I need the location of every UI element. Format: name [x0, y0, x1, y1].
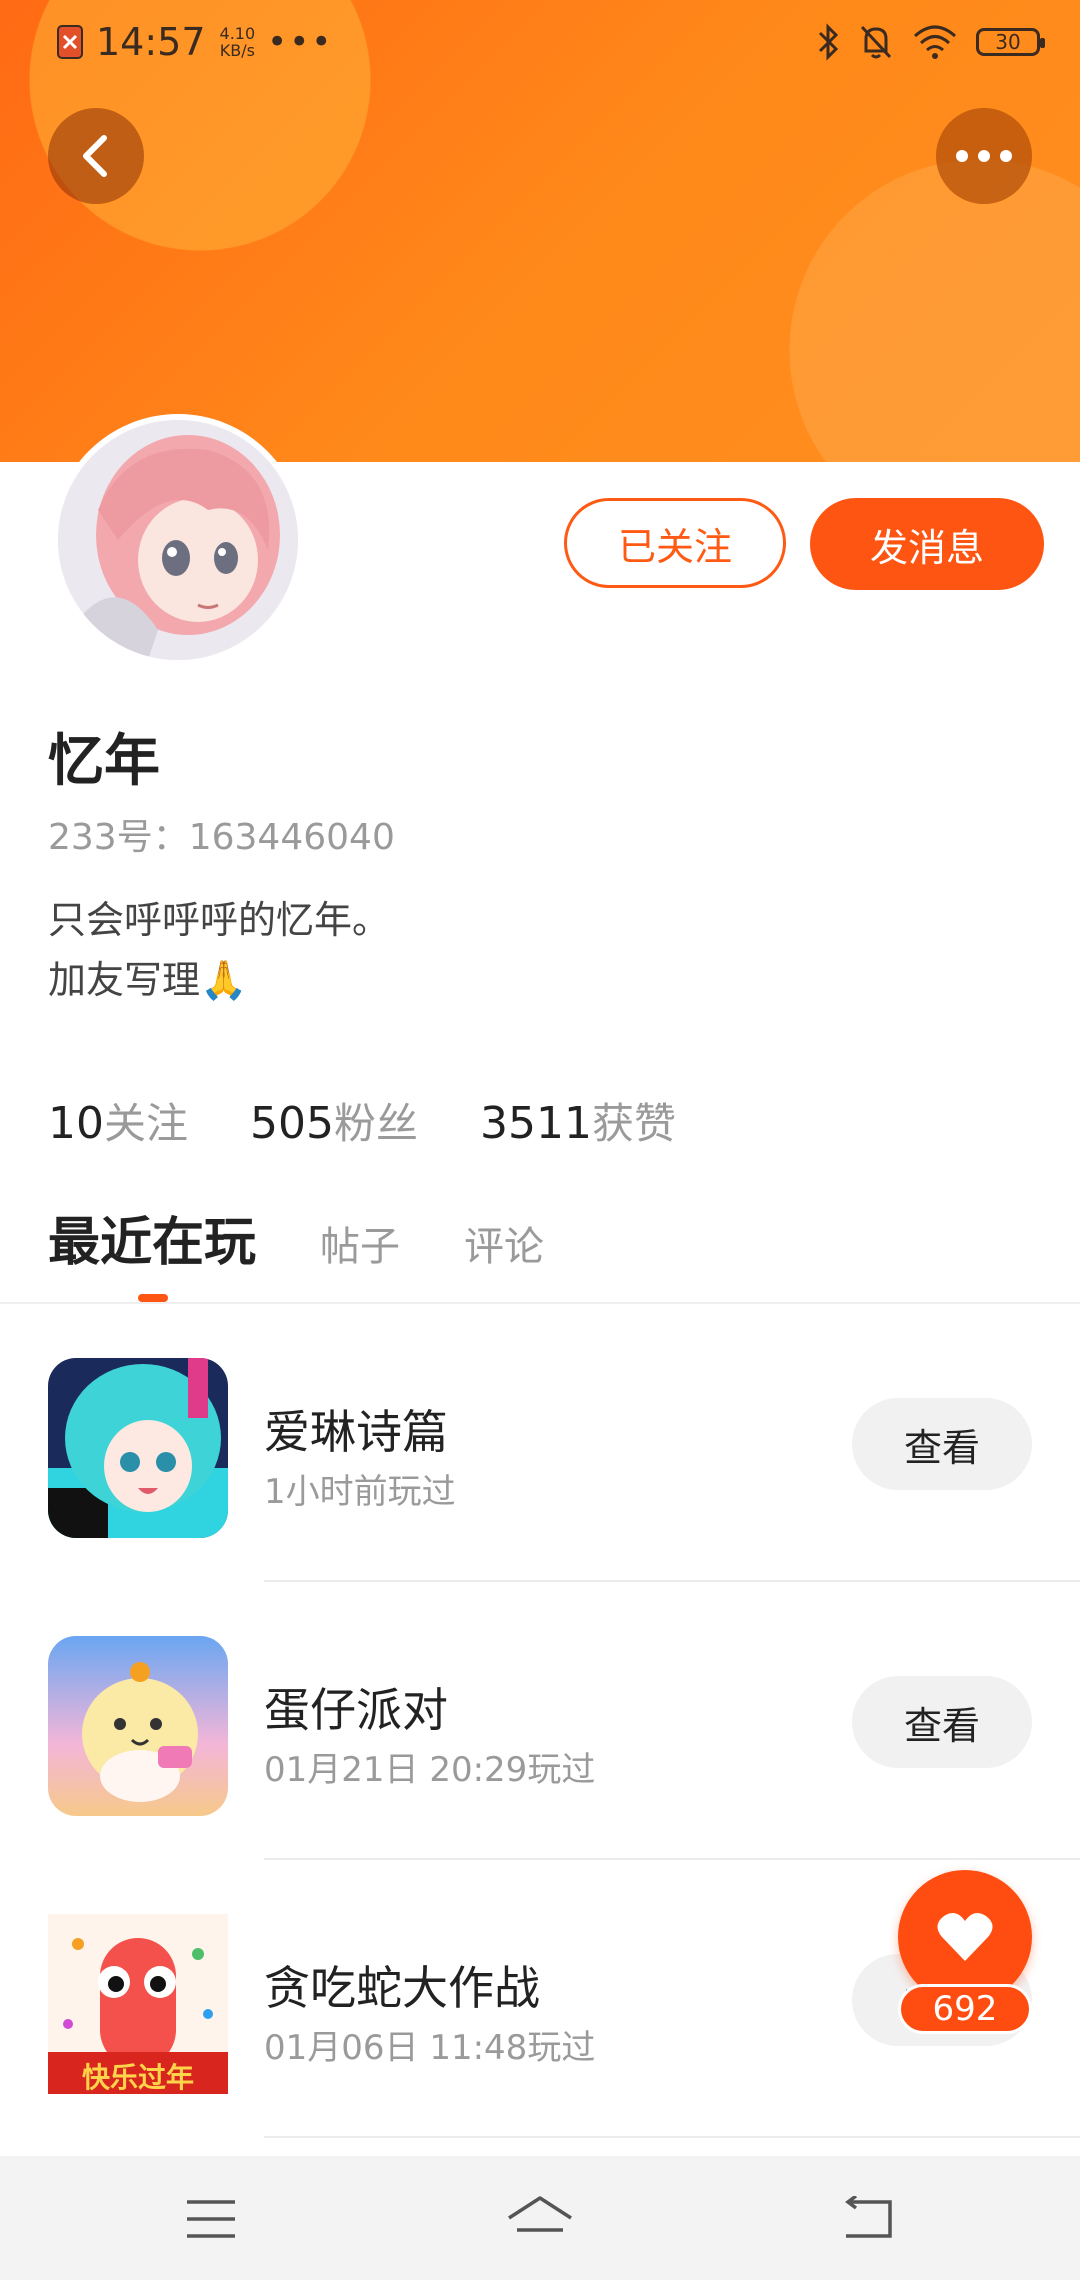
send-message-button[interactable]: 发消息 — [810, 498, 1044, 590]
stat-fans[interactable]: 505 粉丝 — [250, 1090, 418, 1151]
more-dots-icon — [956, 150, 1012, 162]
game-list-item: 爱琳诗篇 1小时前玩过 查看 — [0, 1304, 1080, 1582]
network-speed: 4.10 KB/s — [220, 25, 256, 59]
status-time: 14:57 — [96, 20, 206, 64]
stat-likes[interactable]: 3511 获赞 — [480, 1090, 676, 1151]
game-played-time: 1小时前玩过 — [264, 1472, 456, 1512]
user-id: 233号：163446040 — [48, 817, 395, 858]
view-game-button[interactable]: 查看 — [852, 1398, 1032, 1490]
profile-header-banner — [0, 0, 1080, 462]
avatar[interactable] — [52, 414, 304, 666]
status-bar-left: 14:57 4.10 KB/s ••• — [56, 18, 333, 66]
heart-icon — [937, 1912, 993, 1961]
row-divider — [264, 2136, 1080, 2138]
stat-following[interactable]: 10 关注 — [48, 1090, 188, 1151]
stat-label: 获赞 — [592, 1099, 677, 1148]
profile-stats: 10 关注 505 粉丝 3511 获赞 — [48, 1090, 738, 1151]
stat-value: 10 — [48, 1098, 104, 1149]
game-icon-snake[interactable]: 快乐过年 — [48, 1914, 228, 2094]
tab-recently-played[interactable]: 最近在玩 — [48, 1200, 256, 1275]
more-options-button[interactable] — [936, 108, 1032, 204]
view-game-button[interactable]: 查看 — [852, 1676, 1032, 1768]
avatar-image — [58, 420, 298, 660]
game-icon-eggy-party[interactable] — [48, 1636, 228, 1816]
home-icon[interactable] — [505, 2184, 575, 2254]
game-played-time: 01月06日 11:48玩过 — [264, 2028, 596, 2068]
game-name: 蛋仔派对 — [264, 1683, 448, 1737]
mute-bell-icon — [860, 25, 892, 59]
bio-line-2: 加友写理🙏 — [48, 958, 248, 1002]
notification-icon — [57, 25, 83, 59]
stat-value: 505 — [250, 1098, 334, 1149]
status-more-dots: ••• — [267, 22, 334, 62]
active-tab-indicator — [138, 1294, 168, 1302]
tab-posts[interactable]: 帖子 — [320, 1214, 400, 1272]
game-played-time: 01月21日 20:29玩过 — [264, 1750, 596, 1790]
bio-line-1: 只会呼呼呼的忆年。 — [48, 898, 391, 942]
game-icon-banner-text: 快乐过年 — [81, 2061, 194, 2094]
system-navigation-bar — [0, 2156, 1080, 2280]
back-button[interactable] — [48, 108, 144, 204]
game-name: 爱琳诗篇 — [264, 1405, 448, 1459]
profile-tabs: 最近在玩 帖子 评论 — [48, 1200, 608, 1275]
game-icon-ailin[interactable] — [48, 1358, 228, 1538]
tab-comments[interactable]: 评论 — [464, 1214, 544, 1272]
chevron-left-icon — [83, 135, 107, 177]
game-name: 贪吃蛇大作战 — [264, 1961, 540, 2015]
user-name: 忆年 — [48, 729, 160, 794]
user-bio: 只会呼呼呼的忆年。 加友写理🙏 — [48, 890, 390, 1010]
stat-value: 3511 — [480, 1098, 592, 1149]
bluetooth-icon — [818, 23, 839, 61]
battery-indicator: 30 — [976, 28, 1045, 56]
wifi-icon — [913, 25, 957, 59]
menu-icon[interactable] — [176, 2184, 246, 2254]
like-count: 692 — [898, 1984, 1032, 2034]
stat-label: 关注 — [104, 1099, 189, 1148]
followed-button[interactable]: 已关注 — [564, 498, 786, 588]
speed-unit: KB/s — [219, 41, 255, 60]
back-nav-icon[interactable] — [833, 2184, 903, 2254]
game-list-item: 蛋仔派对 01月21日 20:29玩过 查看 — [0, 1582, 1080, 1860]
stat-label: 粉丝 — [334, 1099, 419, 1148]
status-bar-right: 30 — [816, 20, 1045, 64]
